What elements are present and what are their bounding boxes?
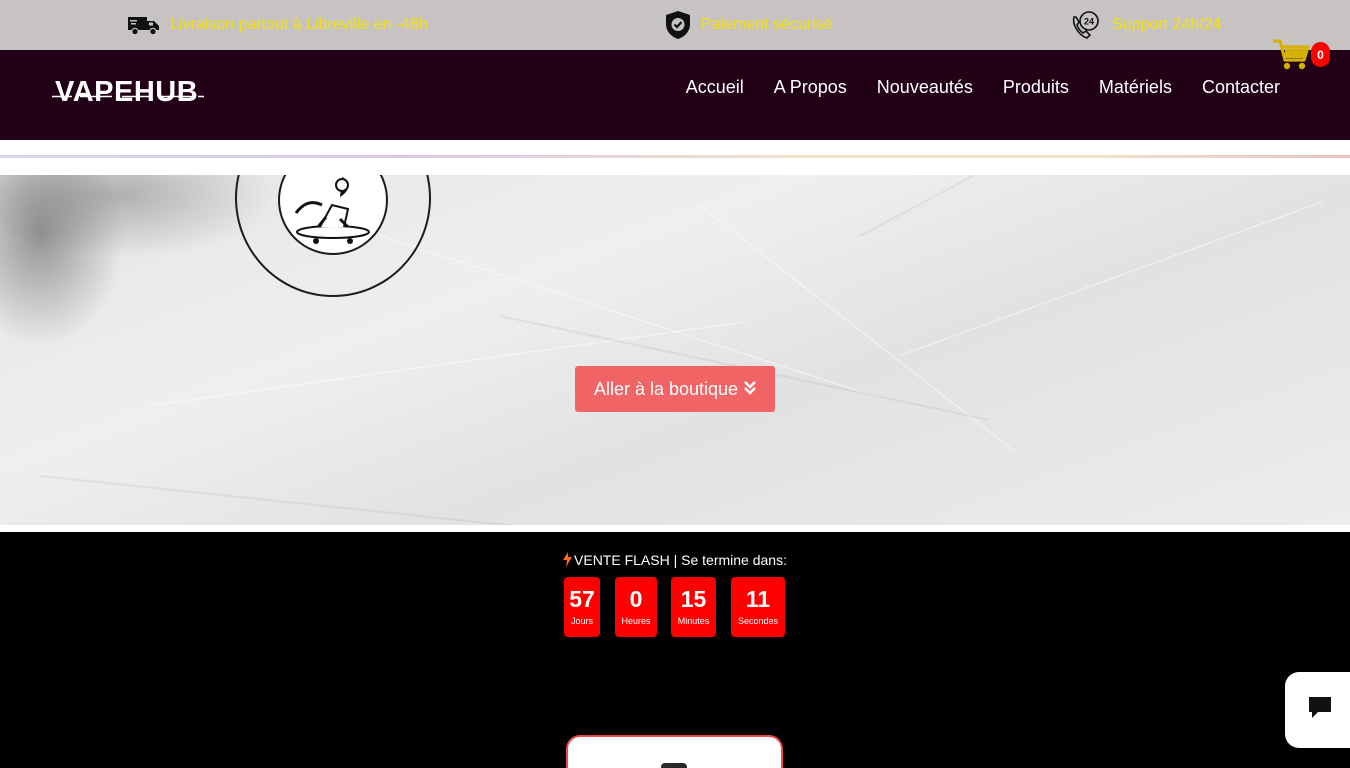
countdown-minutes-label: Minutes [677,616,710,626]
skater-illustration [278,175,388,255]
site-logo[interactable]: VAPEHUB [55,76,198,109]
flash-sale-subtitle: Se termine dans: [681,552,787,568]
nav-materiels[interactable]: Matériels [1099,77,1172,98]
countdown-seconds: 11 Secondes [731,577,785,637]
flash-sale-separator: | [673,552,678,568]
delivery-info: Livraison partout à Libreville en -48h [128,0,428,50]
countdown-seconds-value: 11 [745,586,771,612]
page: Livraison partout à Libreville en -48h P… [0,0,1350,768]
countdown-days-label: Jours [570,616,593,626]
go-to-shop-button[interactable]: Aller à la boutique [575,366,775,412]
countdown-minutes: 15 Minutes [671,577,716,637]
nav-contacter[interactable]: Contacter [1202,77,1280,98]
payment-info: Paiement sécurisé [665,0,833,50]
delivery-text: Livraison partout à Libreville en -48h [170,16,428,33]
flash-sale-product-card[interactable] [566,735,783,768]
countdown-minutes-value: 15 [680,586,707,612]
support-text: Support 24h/24 [1112,16,1222,33]
product-image [661,763,687,768]
flash-sale-heading: VENTE FLASH | Se termine dans: [0,552,1350,570]
cart-count-badge: 0 [1311,42,1330,67]
nav-produits[interactable]: Produits [1003,77,1069,98]
support-24-icon: 24 [1070,9,1102,41]
double-chevron-down-icon [744,379,756,400]
support-info: 24 Support 24h/24 [1070,0,1221,50]
paper-shade [859,175,1196,237]
nav-nouveautes[interactable]: Nouveautés [877,77,973,98]
svg-text:24: 24 [1084,17,1094,27]
gradient-divider [0,155,1350,158]
flash-sale-title: VENTE FLASH [574,552,670,568]
logo-underline-decoration [52,95,204,98]
payment-text: Paiement sécurisé [701,16,833,33]
paper-crease [899,201,1324,356]
countdown-hours-value: 0 [629,586,643,612]
chat-widget-button[interactable] [1285,672,1350,748]
shield-check-icon [665,10,691,40]
main-header: VAPEHUB Accueil A Propos Nouveautés Prod… [0,39,1350,140]
chat-bubble-icon [1306,694,1334,727]
countdown-days-value: 57 [569,586,595,612]
hero-banner: Aller à la boutique [0,175,1350,525]
cart-icon[interactable] [1272,38,1312,72]
nav-a-propos[interactable]: A Propos [774,77,847,98]
top-info-bar: Livraison partout à Libreville en -48h P… [0,0,1350,50]
go-to-shop-label: Aller à la boutique [593,378,739,399]
countdown-days: 57 Jours [564,577,600,637]
main-nav: Accueil A Propos Nouveautés Produits Mat… [686,77,1280,98]
countdown-hours-label: Heures [621,616,651,626]
bolt-icon [563,552,573,570]
countdown-seconds-label: Secondes [737,616,779,626]
truck-icon [128,14,160,36]
flash-sale-section: VENTE FLASH | Se termine dans: 57 Jours … [0,532,1350,768]
nav-accueil[interactable]: Accueil [686,77,744,98]
paper-shade [39,475,558,525]
countdown-hours: 0 Heures [615,577,657,637]
